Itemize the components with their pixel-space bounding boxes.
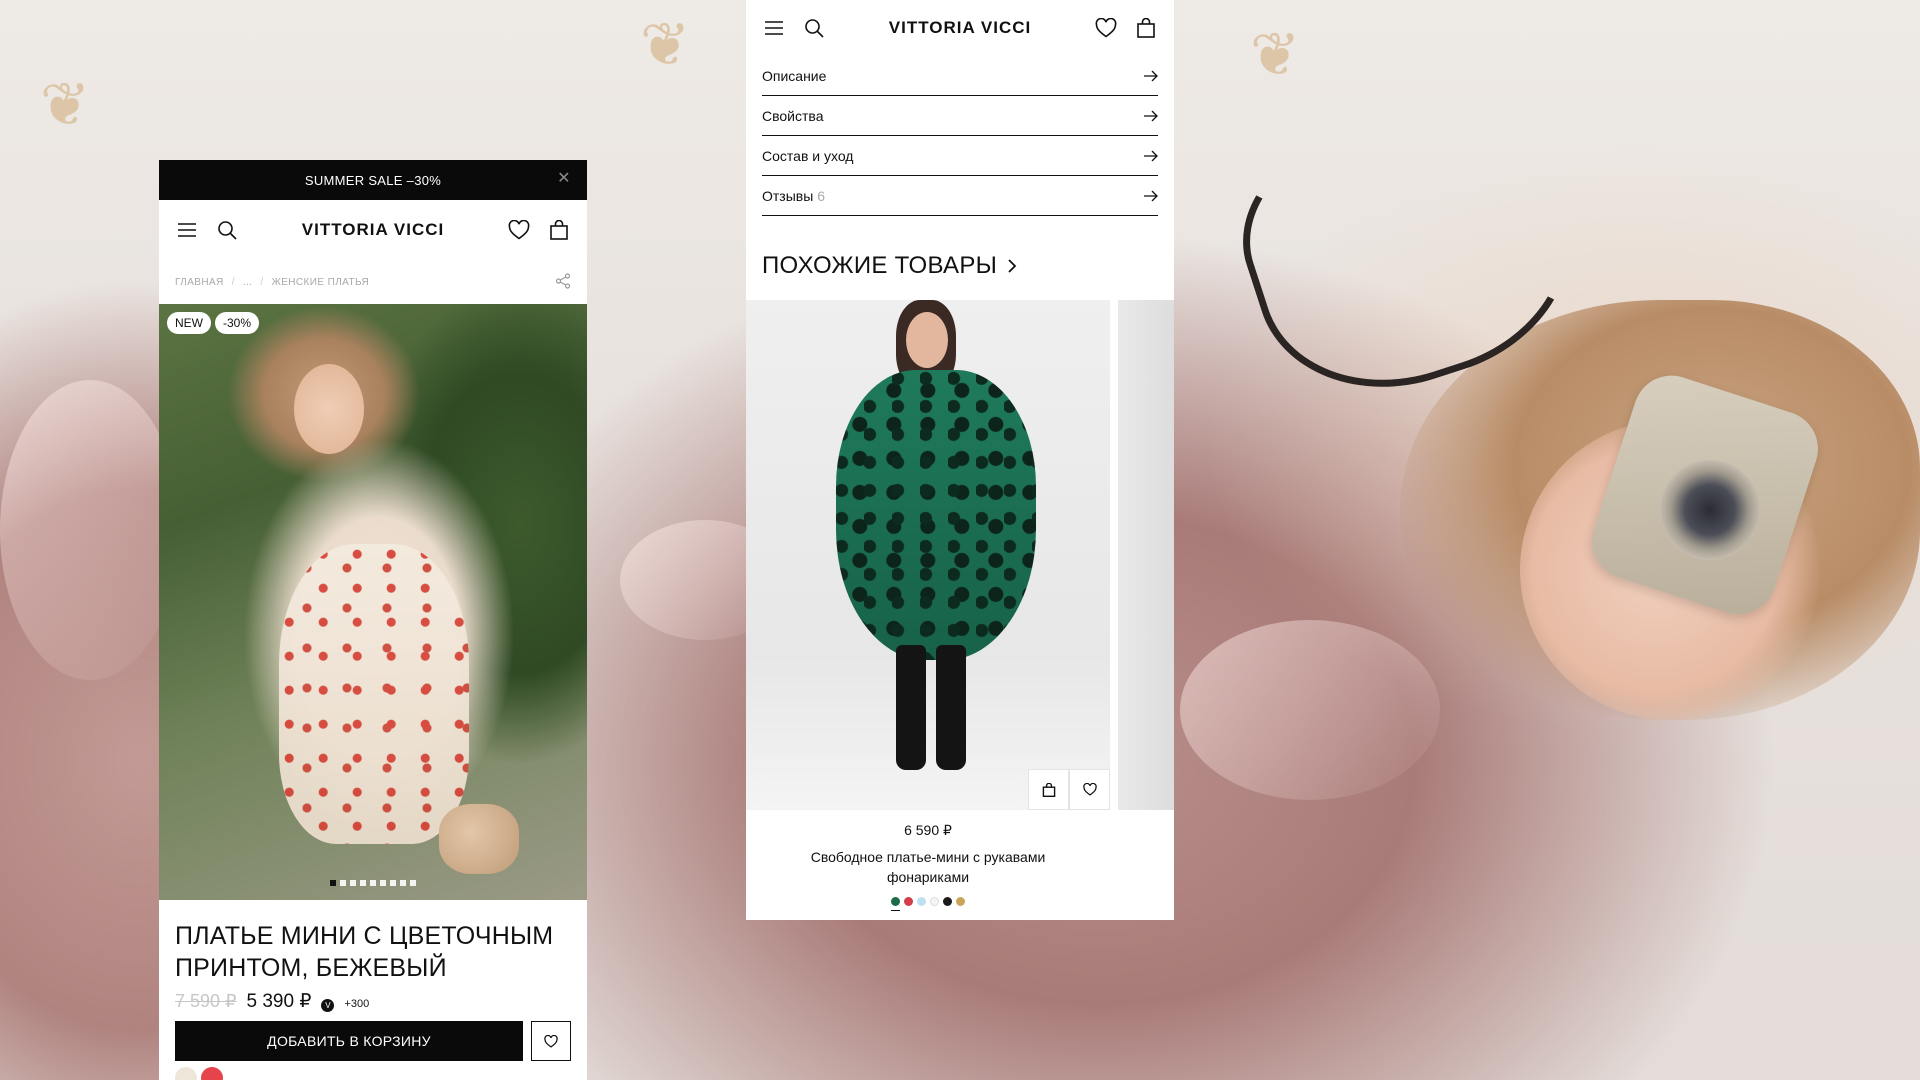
breadcrumb-separator: / xyxy=(260,276,264,288)
accordion-label: Свойства xyxy=(762,107,824,124)
reviews-count: 6 xyxy=(817,187,826,204)
badge-new: NEW xyxy=(167,312,211,334)
handbag xyxy=(439,804,519,874)
product-info: ПЛАТЬЕ МИНИ С ЦВЕТОЧНЫМ ПРИНТОМ, БЕЖЕВЫЙ… xyxy=(159,900,587,1080)
color-swatch[interactable] xyxy=(943,897,952,906)
heart-icon xyxy=(1082,783,1097,796)
accordion-description[interactable]: Описание xyxy=(762,56,1158,96)
product-details-accordion: Описание Свойства Состав и уход Отзывы 6 xyxy=(746,56,1174,216)
chevron-right-icon xyxy=(1008,259,1017,273)
heart-icon[interactable] xyxy=(507,218,531,242)
accordion-properties[interactable]: Свойства xyxy=(762,96,1158,136)
leaf-pattern: ❦ xyxy=(640,11,691,78)
boot xyxy=(896,645,926,770)
product-card-price: 6 590 ₽ xyxy=(904,822,952,838)
header: VITTORIA VICCI xyxy=(746,0,1174,56)
gallery-dot[interactable] xyxy=(410,880,416,886)
color-swatch[interactable] xyxy=(201,1067,223,1080)
next-product-card-peek[interactable] xyxy=(1118,300,1174,810)
arrow-right-icon xyxy=(1144,150,1158,161)
accordion-label: Отзывы xyxy=(762,187,814,204)
gallery-dot[interactable] xyxy=(390,880,396,886)
green-leopard-dress xyxy=(836,370,1036,660)
add-to-wishlist-button[interactable] xyxy=(531,1021,571,1061)
product-details-screen: VITTORIA VICCI Описание Свойства Состав … xyxy=(746,0,1174,920)
add-to-cart-button[interactable]: ДОБАВИТЬ В КОРЗИНУ xyxy=(175,1021,523,1061)
arrow-right-icon xyxy=(1144,70,1158,81)
leaf-pattern: ❦ xyxy=(40,71,91,138)
price-row: 7 590 ₽ 5 390 ₽ V +300 xyxy=(175,990,571,1013)
product-title: ПЛАТЬЕ МИНИ С ЦВЕТОЧНЫМ ПРИНТОМ, БЕЖЕВЫЙ xyxy=(175,922,554,982)
product-card-info: 6 590 ₽ Свободное платье-мини с рукавами… xyxy=(746,810,1110,911)
product-card[interactable]: 6 590 ₽ Свободное платье-мини с рукавами… xyxy=(746,300,1110,911)
close-icon[interactable]: ✕ xyxy=(555,170,573,188)
color-swatches xyxy=(175,1067,571,1080)
gallery-dot[interactable] xyxy=(370,880,376,886)
color-swatch[interactable] xyxy=(904,897,913,906)
gallery-dot[interactable] xyxy=(380,880,386,886)
color-swatch[interactable] xyxy=(891,897,900,911)
purchase-row: ДОБАВИТЬ В КОРЗИНУ xyxy=(175,1021,571,1061)
heart-icon xyxy=(544,1034,558,1048)
promo-text: SUMMER SALE –30% xyxy=(304,172,442,188)
similar-products-carousel[interactable]: 6 590 ₽ Свободное платье-мини с рукавами… xyxy=(746,300,1174,911)
color-swatch[interactable] xyxy=(917,897,926,906)
accordion-composition-care[interactable]: Состав и уход xyxy=(762,136,1158,176)
gallery-pagination[interactable] xyxy=(159,880,587,886)
accordion-label: Описание xyxy=(762,67,827,84)
product-badges: NEW -30% xyxy=(167,312,260,334)
accordion-reviews[interactable]: Отзывы 6 xyxy=(762,176,1158,216)
quick-add-to-bag-button[interactable] xyxy=(1028,769,1069,810)
breadcrumb-separator: / xyxy=(231,276,235,288)
boot xyxy=(936,645,966,770)
model-face xyxy=(294,364,364,454)
bag-icon[interactable] xyxy=(547,218,571,242)
bag-icon[interactable] xyxy=(1134,16,1158,40)
current-price: 5 390 ₽ xyxy=(246,991,312,1012)
menu-icon[interactable] xyxy=(762,16,786,40)
product-image-gallery[interactable]: NEW -30% xyxy=(159,304,587,900)
product-card-name[interactable]: Свободное платье-мини с рукавами фонарик… xyxy=(746,847,1110,887)
gallery-dot[interactable] xyxy=(340,880,346,886)
gallery-dot[interactable] xyxy=(400,880,406,886)
search-icon[interactable] xyxy=(215,218,239,242)
color-swatch[interactable] xyxy=(175,1067,197,1080)
breadcrumb: ГЛАВНАЯ / ... / ЖЕНСКИЕ ПЛАТЬЯ xyxy=(159,260,587,304)
product-card-swatches xyxy=(746,897,1110,911)
heart-icon[interactable] xyxy=(1094,16,1118,40)
promo-bar[interactable]: SUMMER SALE –30% ✕ xyxy=(159,160,587,200)
bonus-points: +300 xyxy=(344,998,370,1010)
breadcrumb-ellipsis[interactable]: ... xyxy=(243,277,253,288)
header: VITTORIA VICCI xyxy=(159,200,587,260)
leaf-pattern: ❦ xyxy=(1250,21,1301,88)
breadcrumb-home[interactable]: ГЛАВНАЯ xyxy=(175,277,224,288)
bonus-icon: V xyxy=(321,999,335,1012)
product-page-screen: SUMMER SALE –30% ✕ VITTORIA VICCI ГЛАВНА… xyxy=(159,160,587,1080)
bag-icon xyxy=(1042,782,1055,797)
arrow-right-icon xyxy=(1144,190,1158,201)
old-price: 7 590 ₽ xyxy=(175,991,237,1011)
share-icon[interactable] xyxy=(555,272,571,292)
card-actions xyxy=(1028,769,1110,810)
camera-lens xyxy=(1660,460,1760,560)
satin-sheen xyxy=(1180,620,1440,800)
color-swatch[interactable] xyxy=(956,897,965,906)
color-swatch[interactable] xyxy=(930,897,939,906)
search-icon[interactable] xyxy=(802,16,826,40)
product-card-image[interactable] xyxy=(746,300,1110,810)
gallery-dot[interactable] xyxy=(360,880,366,886)
gallery-dot[interactable] xyxy=(330,880,336,886)
accordion-label: Состав и уход xyxy=(762,147,854,164)
similar-products-title: ПОХОЖИЕ ТОВАРЫ xyxy=(762,252,998,279)
gallery-dot[interactable] xyxy=(350,880,356,886)
card-wishlist-button[interactable] xyxy=(1069,769,1110,810)
similar-products-heading[interactable]: ПОХОЖИЕ ТОВАРЫ xyxy=(746,250,1174,282)
badge-discount: -30% xyxy=(215,312,260,334)
menu-icon[interactable] xyxy=(175,218,199,242)
satin-sheen xyxy=(0,380,180,680)
arrow-right-icon xyxy=(1144,110,1158,121)
breadcrumb-category[interactable]: ЖЕНСКИЕ ПЛАТЬЯ xyxy=(272,277,370,288)
model-face xyxy=(906,312,948,368)
floral-dress xyxy=(279,544,469,844)
